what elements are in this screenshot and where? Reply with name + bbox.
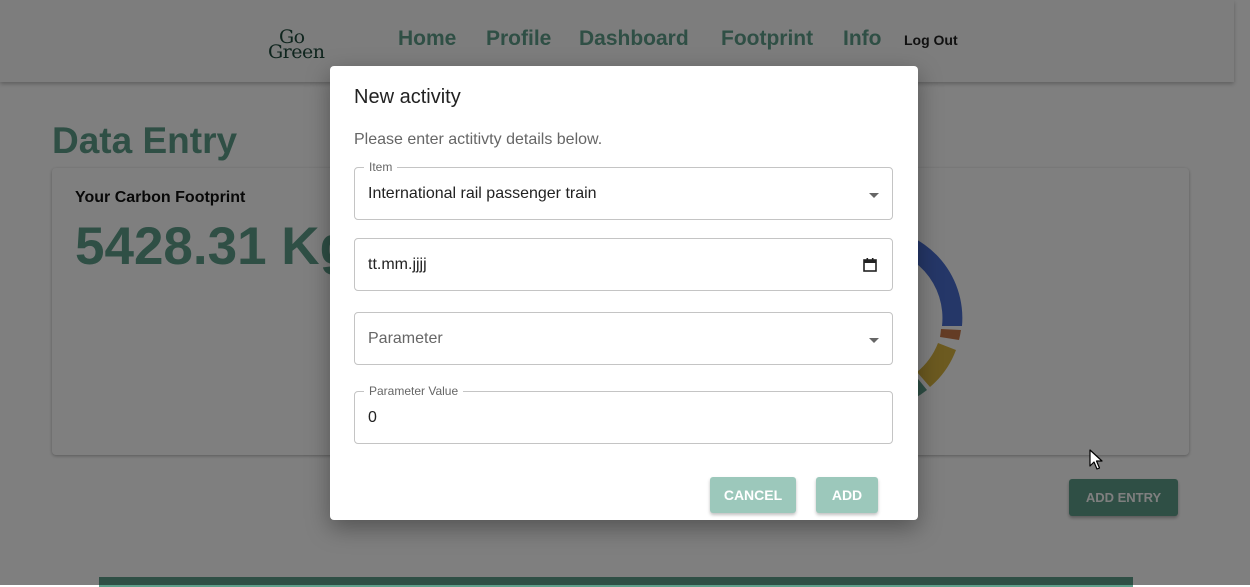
dialog-title: New activity bbox=[354, 86, 461, 108]
mouse-cursor-icon bbox=[1089, 449, 1103, 470]
parameter-value-text: 0 bbox=[368, 409, 377, 426]
parameter-value-label: Parameter Value bbox=[364, 384, 464, 398]
parameter-value-input[interactable]: Parameter Value 0 bbox=[354, 384, 893, 444]
chevron-down-icon bbox=[869, 193, 879, 198]
date-input[interactable]: tt.mm.jjjj bbox=[354, 238, 893, 291]
item-select-value: International rail passenger train bbox=[368, 185, 597, 202]
calendar-icon[interactable] bbox=[863, 258, 877, 272]
add-button[interactable]: ADD bbox=[816, 477, 878, 513]
new-activity-dialog: New activity Please enter actitivty deta… bbox=[330, 66, 918, 520]
item-select-label: Item bbox=[364, 160, 398, 174]
item-select[interactable]: Item International rail passenger train bbox=[354, 160, 893, 220]
dialog-description: Please enter actitivty details below. bbox=[354, 131, 603, 148]
parameter-select[interactable]: Parameter bbox=[354, 312, 893, 365]
chevron-down-icon bbox=[869, 338, 879, 343]
cancel-button[interactable]: CANCEL bbox=[710, 477, 796, 513]
date-input-value: tt.mm.jjjj bbox=[368, 256, 427, 273]
parameter-select-placeholder: Parameter bbox=[368, 330, 443, 347]
